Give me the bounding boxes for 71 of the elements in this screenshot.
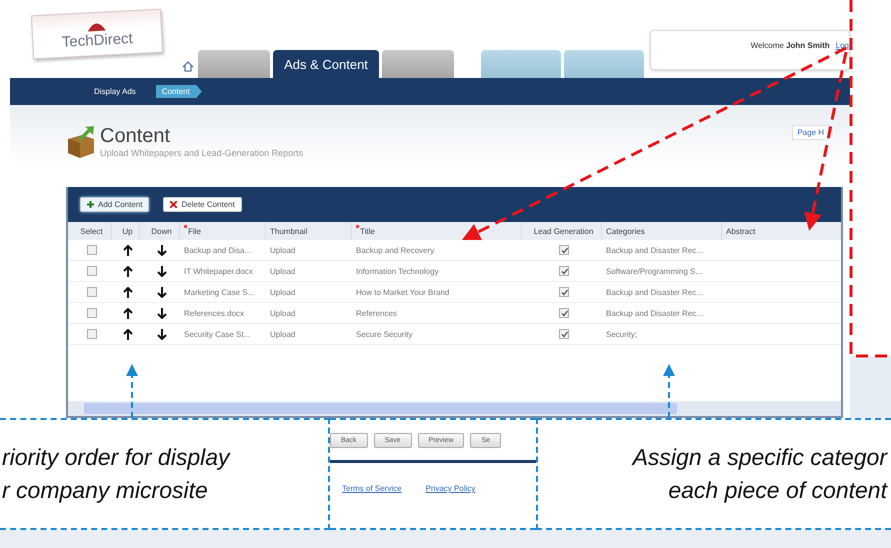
page-subtitle: Upload Whitepapers and Lead-Generation Reports [100, 148, 304, 158]
select-checkbox[interactable] [87, 287, 97, 297]
column-header[interactable]: Up [112, 222, 140, 240]
callout-text: Assign a specific categor [630, 444, 887, 471]
footer-link[interactable]: Terms of Service [342, 484, 402, 493]
plus-icon [87, 201, 94, 208]
select-checkbox[interactable] [87, 308, 97, 318]
down-arrow-icon[interactable] [157, 286, 167, 298]
table-cell-text: Backup and Disaster Rec... [605, 246, 704, 254]
down-arrow-icon[interactable] [157, 244, 167, 256]
lead-generation-checkbox[interactable] [559, 287, 569, 297]
up-arrow-icon[interactable] [123, 266, 133, 276]
page-help-link[interactable]: Page H [792, 125, 829, 140]
upload-link[interactable]: Upload [266, 288, 352, 296]
table-cell-text: Marketing Case S... [183, 288, 256, 296]
column-header[interactable]: Thumbnail [266, 222, 352, 240]
up-arrow-icon[interactable] [123, 244, 133, 256]
down-arrow-icon[interactable] [157, 328, 167, 340]
column-header[interactable]: Lead Generation [522, 222, 602, 240]
lead-generation-checkbox[interactable] [559, 329, 569, 339]
table-cell-text: Secure Security [355, 330, 414, 338]
required-mark-icon [184, 225, 187, 228]
upload-link[interactable]: Upload [266, 266, 352, 276]
required-mark-icon [356, 225, 359, 228]
upload-link[interactable]: Upload [266, 330, 352, 338]
select-checkbox[interactable] [87, 245, 97, 255]
table-cell-text: Software/Programming S... [605, 266, 704, 276]
column-header[interactable]: Title [352, 222, 522, 240]
select-checkbox[interactable] [87, 329, 97, 339]
page-title: Content [100, 125, 172, 148]
callout-text: riority order for display [2, 444, 232, 471]
down-arrow-icon[interactable] [157, 308, 167, 318]
table-cell-text: Backup and Disa... [183, 246, 252, 254]
horizontal-scrollbar[interactable] [68, 401, 841, 416]
up-arrow-icon[interactable] [123, 286, 133, 298]
column-header[interactable]: Categories [602, 222, 722, 240]
logo-text: TechDirect [61, 30, 134, 50]
subnav-link[interactable]: Display Ads [88, 85, 142, 98]
down-arrow-icon[interactable] [157, 266, 167, 276]
callout-text: r company microsite [2, 477, 209, 504]
callout-text: each piece of content [667, 477, 887, 504]
upload-link[interactable]: Upload [266, 246, 352, 254]
select-checkbox[interactable] [87, 266, 97, 276]
column-header[interactable]: File [180, 222, 266, 240]
home-icon[interactable] [182, 61, 194, 72]
table-cell-text: References [355, 308, 398, 318]
lead-generation-checkbox[interactable] [559, 245, 569, 255]
table-cell-text: Security; [605, 330, 638, 338]
lead-generation-checkbox[interactable] [559, 308, 569, 318]
table-cell-text: Backup and Recovery [355, 246, 436, 254]
table-cell-text: Backup and Disaster Rec... [605, 288, 704, 296]
footer-link[interactable]: Privacy Policy [426, 484, 476, 493]
up-arrow-icon[interactable] [123, 308, 133, 318]
box-icon [66, 125, 96, 159]
toolbar-button[interactable]: Delete Content [163, 197, 242, 212]
column-header[interactable]: Select [68, 222, 112, 240]
table-cell-text: Backup and Disaster Rec... [605, 308, 704, 318]
delete-icon [170, 201, 178, 208]
table-cell-text: Information Technology [355, 266, 440, 276]
table-cell-text: How to Market Your Brand [355, 288, 450, 296]
table-cell-text: IT Whitepaper.docx [183, 266, 254, 276]
nav-tab[interactable]: Ads & Content [273, 50, 379, 78]
table-cell-text: References.docx [183, 308, 246, 318]
column-header[interactable]: Down [140, 222, 180, 240]
up-arrow-icon[interactable] [123, 328, 133, 340]
upload-link[interactable]: Upload [266, 308, 352, 318]
lead-generation-checkbox[interactable] [559, 266, 569, 276]
table-cell-text: Security Case St... [183, 330, 252, 338]
toolbar-button[interactable]: Add Content [80, 197, 150, 212]
welcome-text: Welcome John Smith [750, 41, 830, 50]
column-header[interactable]: Abstract [722, 222, 841, 240]
